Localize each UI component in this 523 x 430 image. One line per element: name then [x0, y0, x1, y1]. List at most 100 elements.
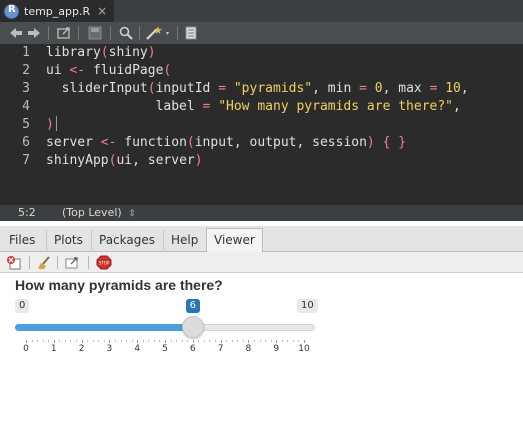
slider-minor-tick — [76, 340, 78, 342]
slider-minor-tick — [265, 340, 267, 342]
slider-minor-tick — [48, 340, 50, 342]
line-number: 5 — [22, 117, 30, 132]
code-line[interactable]: ) — [46, 116, 57, 134]
slider-minor-tick — [292, 340, 294, 342]
slider-tick — [220, 340, 222, 343]
line-number: 1 — [22, 45, 30, 60]
slider-minor-tick — [198, 340, 200, 342]
slider-minor-tick — [64, 340, 66, 342]
slider-minor-tick — [31, 340, 33, 342]
slider-tick — [137, 340, 139, 343]
slider-minor-tick — [142, 340, 144, 342]
slider-minor-tick — [181, 340, 183, 342]
slider-min-label: 0 — [15, 299, 30, 313]
slider-tick-label: 9 — [273, 344, 280, 354]
code-line[interactable]: shinyApp(ui, server) — [46, 152, 203, 170]
slider-tick — [304, 340, 305, 343]
line-number: 7 — [22, 153, 30, 168]
close-tab-icon[interactable]: × — [97, 4, 107, 18]
save-icon[interactable] — [87, 25, 103, 41]
slider-minor-tick — [148, 340, 150, 342]
tab-viewer[interactable]: Viewer — [206, 228, 263, 252]
tab-help[interactable]: Help — [163, 230, 205, 252]
slider-tick — [165, 340, 166, 343]
compile-report-icon[interactable] — [183, 25, 199, 41]
forward-arrow-icon[interactable] — [26, 25, 42, 41]
code-line[interactable]: server <- function(input, output, sessio… — [46, 134, 406, 152]
slider-tick-label: 7 — [217, 344, 224, 354]
toolbar-separator — [78, 26, 79, 40]
toolbar-separator — [110, 26, 111, 40]
slider-tick-label: 2 — [78, 344, 85, 354]
slider-minor-tick — [120, 340, 122, 342]
scope-dropdown-icon: ⇕ — [128, 209, 136, 219]
slider-minor-tick — [126, 340, 128, 342]
magic-wand-icon[interactable] — [144, 25, 174, 41]
stop-icon[interactable]: STOP — [96, 255, 112, 270]
slider-tick — [26, 340, 27, 343]
search-icon[interactable] — [118, 25, 134, 41]
slider-minor-tick — [226, 340, 228, 342]
slider-tick-label: 6 — [189, 344, 196, 354]
pane-tab-bar: Files Plots Packages Help Viewer — [0, 226, 523, 252]
svg-text:STOP: STOP — [99, 261, 110, 266]
line-number-gutter: 1 2 3 4 5 6 7 — [0, 44, 40, 204]
code-line[interactable]: sliderInput(inputId = "pyramids", min = … — [46, 80, 469, 98]
tab-packages[interactable]: Packages — [91, 230, 162, 252]
tab-plots[interactable]: Plots — [46, 230, 90, 252]
code-editor[interactable]: 1 2 3 4 5 6 7 library(shiny) ui <- fluid… — [0, 44, 523, 204]
back-arrow-icon[interactable] — [8, 25, 24, 41]
slider-max-label: 10 — [297, 299, 318, 313]
slider-minor-tick — [242, 340, 244, 342]
code-line[interactable]: label = "How many pyramids are there?", — [46, 98, 461, 116]
slider-minor-tick — [209, 340, 211, 342]
clear-all-icon[interactable] — [36, 255, 52, 270]
slider-label: How many pyramids are there? — [15, 277, 223, 293]
slider-minor-tick — [259, 340, 261, 342]
slider-tick-label: 1 — [50, 344, 57, 354]
slider-handle[interactable] — [181, 316, 204, 338]
slider-tick-label: 8 — [245, 344, 252, 354]
slider-minor-tick — [153, 340, 155, 342]
slider-tick-label: 3 — [106, 344, 113, 354]
editor-tab-temp-app[interactable]: temp_app.R × — [0, 0, 114, 22]
viewer-toolbar: STOP — [0, 252, 523, 273]
open-in-window-icon[interactable] — [56, 25, 72, 41]
slider-tick-label: 0 — [23, 344, 29, 354]
tab-files[interactable]: Files — [2, 230, 42, 252]
toolbar-separator — [139, 26, 140, 40]
line-number: 6 — [22, 135, 30, 150]
toolbar-separator — [57, 256, 58, 269]
slider-tick — [248, 340, 250, 343]
viewer-content: How many pyramids are there? 0 10 6 0 1 2 3… — [0, 274, 523, 430]
line-number: 4 — [22, 99, 30, 114]
slider-minor-tick — [287, 340, 289, 342]
line-number: 2 — [22, 63, 30, 78]
slider-minor-tick — [159, 340, 161, 342]
editor-toolbar — [0, 22, 523, 44]
scope-dropdown[interactable]: (Top Level) ⇕ — [62, 206, 136, 219]
slider-minor-tick — [298, 340, 300, 342]
slider-minor-tick — [203, 340, 205, 342]
slider-tick — [109, 340, 111, 343]
editor-tab-filename: temp_app.R — [24, 4, 91, 18]
slider-minor-tick — [187, 340, 189, 342]
toolbar-separator — [29, 256, 30, 269]
toolbar-separator — [88, 256, 89, 269]
popout-window-icon[interactable] — [64, 255, 80, 270]
remove-viewer-icon[interactable] — [6, 255, 22, 270]
slider-minor-tick — [37, 340, 39, 342]
slider-minor-tick — [170, 340, 172, 342]
toolbar-separator — [177, 26, 178, 40]
slider-minor-tick — [92, 340, 94, 342]
slider-tick — [53, 340, 55, 343]
slider-tick-label: 5 — [162, 344, 168, 354]
slider-minor-tick — [215, 340, 217, 342]
slider-tick — [81, 340, 83, 343]
slider-minor-tick — [270, 340, 272, 342]
slider-tick — [276, 340, 278, 343]
slider-fill — [15, 324, 193, 331]
slider-tick-label: 4 — [134, 344, 141, 354]
code-line[interactable]: library(shiny) — [46, 44, 156, 62]
code-line[interactable]: ui <- fluidPage( — [46, 62, 171, 80]
